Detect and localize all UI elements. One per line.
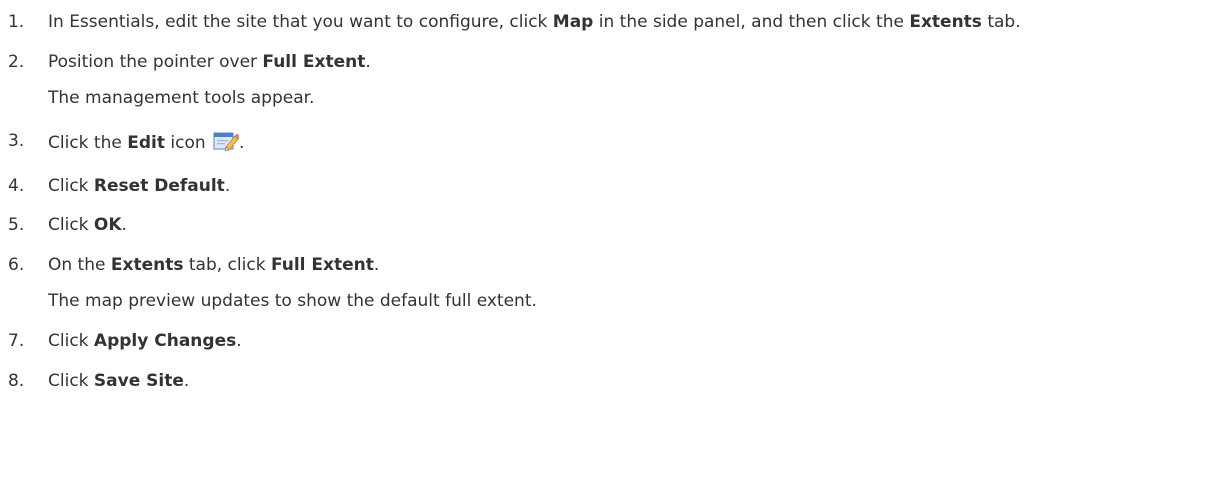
step-number: 4.	[8, 176, 25, 196]
step-result: The management tools appear.	[48, 88, 315, 108]
step-text: Click the Edit icon .	[48, 130, 244, 154]
step-result: The map preview updates to show the defa…	[48, 291, 537, 311]
step-text: Position the pointer over Full Extent.	[48, 52, 371, 72]
step-text: Click Apply Changes.	[48, 331, 242, 351]
step-number: 3.	[8, 131, 25, 151]
step-text: Click Save Site.	[48, 371, 190, 391]
step-number: 7.	[8, 331, 25, 351]
step-number: 8.	[8, 371, 25, 391]
edit-icon	[213, 130, 241, 152]
step-text: Click OK.	[48, 215, 127, 235]
step-number: 1.	[8, 12, 25, 32]
step-text: Click Reset Default.	[48, 176, 231, 196]
step-number: 5.	[8, 215, 25, 235]
step-text: In Essentials, edit the site that you wa…	[48, 12, 1021, 32]
step-number: 6.	[8, 255, 25, 275]
instruction-steps: 1. In Essentials, edit the site that you…	[0, 0, 1227, 487]
step-text: On the Extents tab, click Full Extent.	[48, 255, 380, 275]
step-number: 2.	[8, 52, 25, 72]
